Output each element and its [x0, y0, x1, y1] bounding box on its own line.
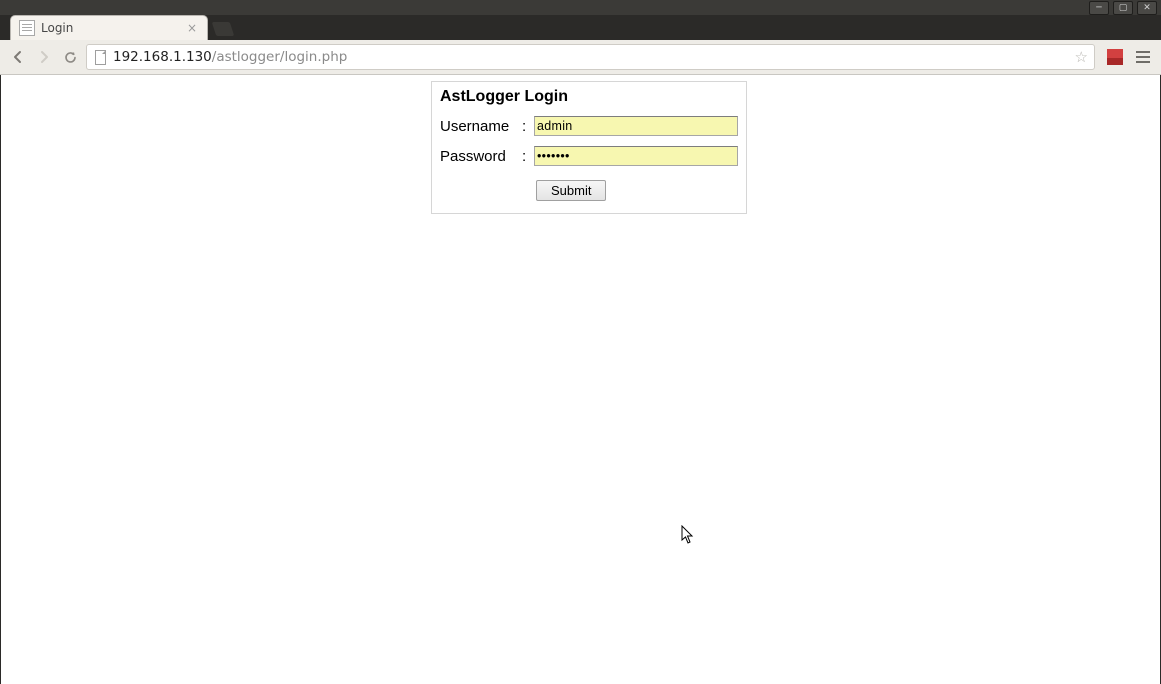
- extension-icon[interactable]: [1107, 49, 1123, 65]
- new-tab-button[interactable]: [212, 22, 235, 36]
- window-minimize-button[interactable]: ─: [1089, 1, 1109, 15]
- url-text: 192.168.1.130/astlogger/login.php: [113, 49, 1069, 65]
- login-title: AstLogger Login: [440, 88, 738, 106]
- window-close-button[interactable]: ✕: [1137, 1, 1157, 15]
- window-titlebar: ─ ▢ ✕: [0, 0, 1161, 15]
- hamburger-icon: [1136, 51, 1150, 53]
- password-input[interactable]: [534, 146, 738, 166]
- back-button[interactable]: [8, 47, 28, 67]
- reload-icon: [63, 50, 78, 65]
- tab-close-icon[interactable]: ×: [185, 21, 199, 35]
- username-row: Username :: [440, 116, 738, 136]
- browser-menu-button[interactable]: [1133, 47, 1153, 67]
- arrow-right-icon: [37, 50, 51, 64]
- reload-button[interactable]: [60, 47, 80, 67]
- window-maximize-button[interactable]: ▢: [1113, 1, 1133, 15]
- username-label: Username: [440, 118, 516, 135]
- mouse-cursor-icon: [681, 525, 695, 545]
- address-bar[interactable]: 192.168.1.130/astlogger/login.php ☆: [86, 44, 1095, 70]
- arrow-left-icon: [11, 50, 25, 64]
- browser-toolbar: 192.168.1.130/astlogger/login.php ☆: [0, 40, 1161, 75]
- username-input[interactable]: [534, 116, 738, 136]
- submit-button[interactable]: Submit: [536, 180, 606, 201]
- password-row: Password :: [440, 146, 738, 166]
- page-viewport: AstLogger Login Username : Password : Su…: [0, 75, 1161, 684]
- page-icon: [93, 50, 107, 64]
- login-panel: AstLogger Login Username : Password : Su…: [431, 81, 747, 214]
- browser-tab[interactable]: Login ×: [10, 15, 208, 40]
- url-host: 192.168.1.130: [113, 49, 212, 65]
- forward-button[interactable]: [34, 47, 54, 67]
- url-path: /astlogger/login.php: [212, 49, 348, 65]
- tab-title: Login: [41, 21, 179, 35]
- browser-tab-strip: Login ×: [0, 15, 1161, 40]
- colon: :: [522, 148, 528, 165]
- bookmark-star-icon[interactable]: ☆: [1075, 48, 1088, 66]
- password-label: Password: [440, 148, 516, 165]
- page-favicon-icon: [19, 20, 35, 36]
- colon: :: [522, 118, 528, 135]
